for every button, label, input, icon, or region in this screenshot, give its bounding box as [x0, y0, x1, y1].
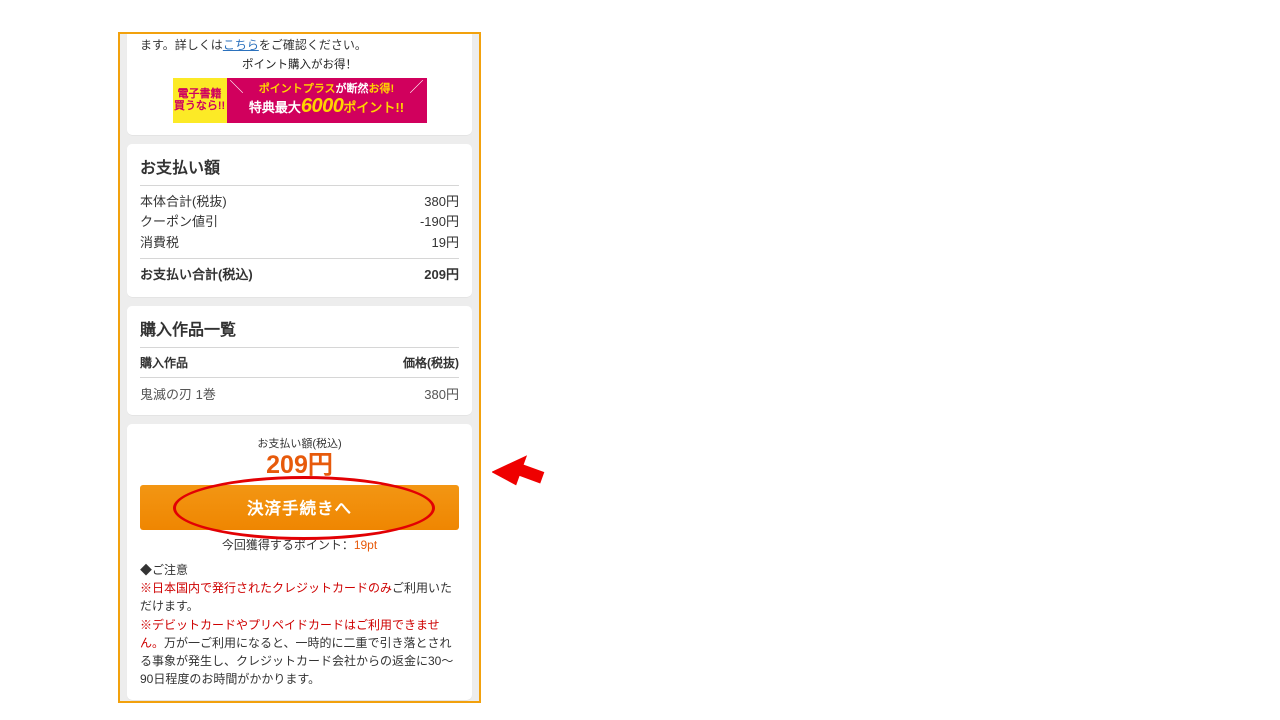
checkout-card: お支払い額(税込) 209円 決済手続きへ 今回獲得するポイント：19pt ◆ご…: [127, 424, 472, 700]
row-total: お支払い合計(税込) 209円: [140, 258, 459, 285]
items-card: 購入作品一覧 購入作品 価格(税抜) 鬼滅の刃 1巻 380円: [127, 306, 472, 415]
text: が断然: [336, 83, 369, 95]
pay-small-label: お支払い額(税込): [140, 435, 459, 451]
text: 買うなら!!: [174, 101, 225, 113]
earn-value: 19pt: [354, 538, 377, 552]
row-subtotal: 本体合計(税抜) 380円: [140, 192, 459, 212]
earn-prefix: 今回獲得するポイント：: [222, 538, 354, 552]
item-price: 380円: [424, 384, 459, 403]
value: 19円: [432, 233, 459, 253]
payment-card: お支払い額 本体合計(税抜) 380円 クーポン値引 -190円 消費税 19円…: [127, 144, 472, 297]
screenshot-frame: ます。詳しくはこちらをご確認ください。 ポイント購入がお得！ 電子書籍 買うなら…: [118, 32, 481, 703]
label: 本体合計(税抜): [140, 192, 227, 212]
row-tax: 消費税 19円: [140, 233, 459, 253]
text: お得!: [369, 83, 395, 95]
label: クーポン値引: [140, 212, 218, 232]
payment-title: お支払い額: [140, 154, 459, 186]
items-header: 購入作品 価格(税抜): [140, 354, 459, 378]
pointer-arrow-icon: [492, 440, 550, 498]
pay-amount: 209円: [140, 452, 459, 478]
label: 消費税: [140, 233, 179, 253]
text: ます。詳しくは: [140, 38, 223, 52]
text: 特典最大: [249, 100, 301, 115]
promo-banner-left: 電子書籍 買うなら!!: [173, 78, 227, 123]
promo-banner-right: ＼ ／ ポイントプラスが断然お得! 特典最大6000ポイント!!: [227, 78, 427, 123]
promo-area: ポイント購入がお得！ 電子書籍 買うなら!! ＼ ／ ポイントプラスが断然お得!…: [140, 57, 459, 123]
notice-head: ◆ご注意: [140, 561, 459, 578]
promo-caption: ポイント購入がお得！: [140, 57, 459, 74]
checkout-button[interactable]: 決済手続きへ: [140, 485, 459, 530]
decoration: ／: [410, 80, 424, 95]
col-price: 価格(税抜): [403, 354, 459, 371]
text: 6000: [301, 95, 344, 117]
earn-points: 今回獲得するポイント：19pt: [140, 536, 459, 553]
label: お支払い合計(税込): [140, 265, 253, 285]
notice-line1: ※日本国内で発行されたクレジットカードのみご利用いただけます。: [140, 579, 459, 615]
decoration: ＼: [230, 80, 244, 95]
item-row: 鬼滅の刃 1巻 380円: [140, 384, 459, 403]
col-name: 購入作品: [140, 354, 188, 371]
promo-banner[interactable]: 電子書籍 買うなら!! ＼ ／ ポイントプラスが断然お得! 特典最大6000ポイ…: [173, 78, 427, 123]
item-name: 鬼滅の刃 1巻: [140, 384, 216, 403]
value: 209円: [424, 265, 459, 285]
text: ポイントプラス: [259, 83, 336, 95]
items-title: 購入作品一覧: [140, 316, 459, 348]
row-coupon: クーポン値引 -190円: [140, 212, 459, 232]
more-link[interactable]: こちら: [223, 38, 259, 52]
value: -190円: [420, 212, 459, 232]
notice-red: ※日本国内で発行されたクレジットカードのみ: [140, 581, 392, 595]
text: をご確認ください。: [259, 38, 367, 52]
value: 380円: [424, 192, 459, 212]
notice-line2: ※デビットカードやプリペイドカードはご利用できません。万が一ご利用になると、一時…: [140, 616, 459, 688]
top-info-card: ます。詳しくはこちらをご確認ください。 ポイント購入がお得！ 電子書籍 買うなら…: [127, 34, 472, 135]
text: 万が一ご利用になると、一時的に二重で引き落とされる事象が発生し、クレジットカード…: [140, 636, 453, 686]
text: ポイント!!: [343, 100, 404, 115]
